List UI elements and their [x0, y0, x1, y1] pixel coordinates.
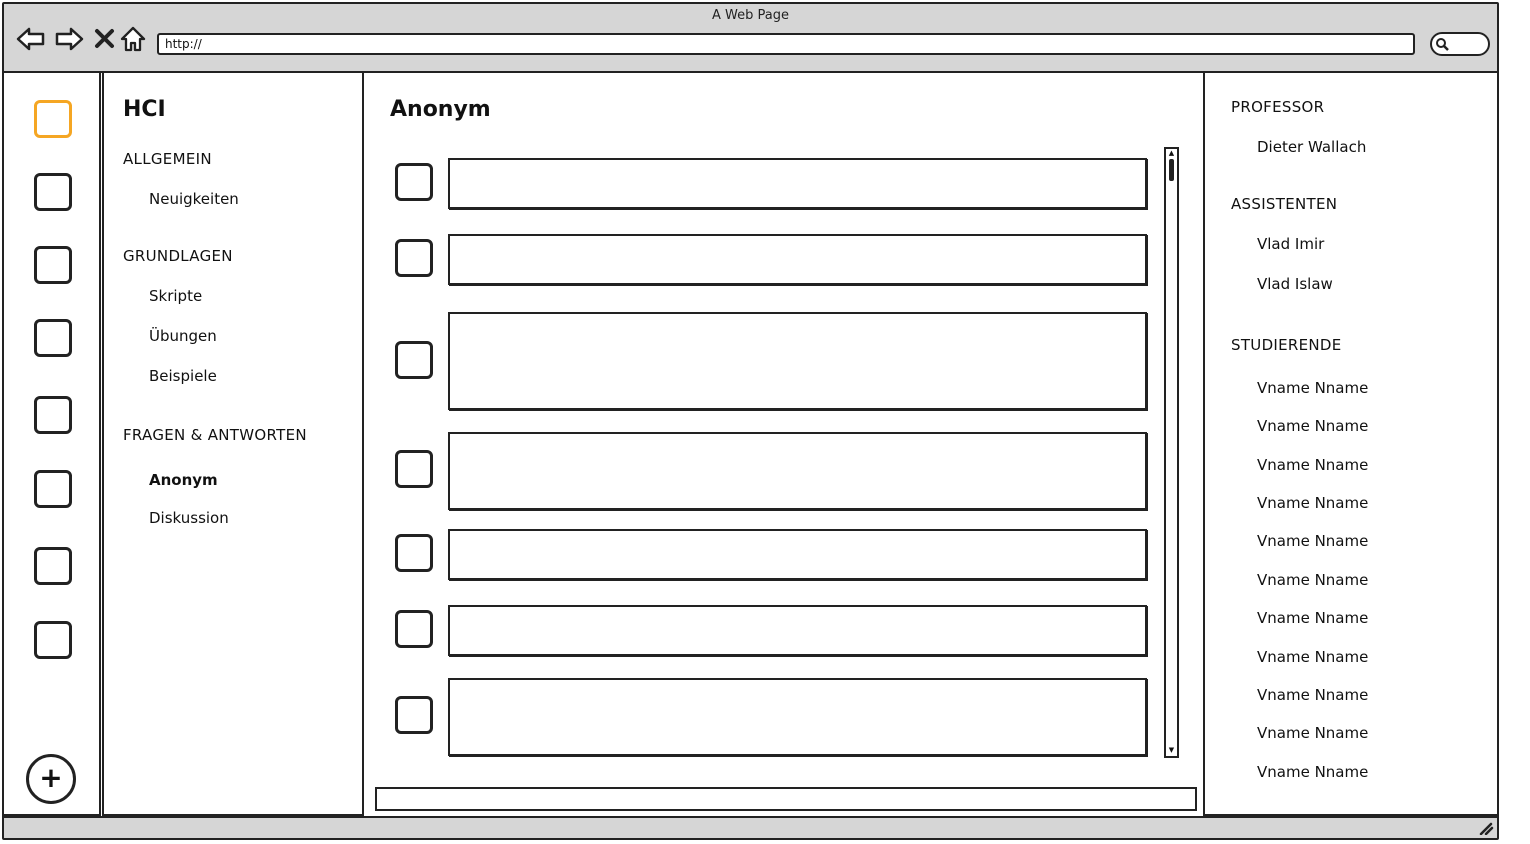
- assistant-name[interactable]: Vlad Islaw: [1257, 275, 1333, 293]
- back-arrow-icon[interactable]: [16, 24, 46, 54]
- nav-item-uebungen[interactable]: Übungen: [149, 327, 217, 345]
- post-entry[interactable]: [448, 234, 1147, 285]
- assistants-heading: ASSISTENTEN: [1231, 195, 1338, 213]
- student-name[interactable]: Vname Nname: [1257, 609, 1368, 627]
- nav-section-allgemein: ALLGEMEIN: [123, 150, 212, 168]
- student-name[interactable]: Vname Nname: [1257, 532, 1368, 550]
- post-checkbox[interactable]: [395, 341, 433, 379]
- browser-search-field[interactable]: [1430, 32, 1490, 56]
- course-nav: HCI ALLGEMEIN Neuigkeiten GRUNDLAGEN Skr…: [102, 73, 364, 816]
- app-rail: +: [4, 73, 101, 816]
- app-icon[interactable]: [34, 621, 72, 659]
- app-icon[interactable]: [34, 246, 72, 284]
- post-checkbox[interactable]: [395, 696, 433, 734]
- student-name[interactable]: Vname Nname: [1257, 686, 1368, 704]
- app-icon[interactable]: [34, 396, 72, 434]
- forward-arrow-icon[interactable]: [54, 24, 84, 54]
- scroll-down-icon[interactable]: ▼: [1166, 746, 1177, 754]
- student-name[interactable]: Vname Nname: [1257, 724, 1368, 742]
- nav-section-grundlagen: GRUNDLAGEN: [123, 247, 233, 265]
- students-heading: STUDIERENDE: [1231, 336, 1342, 354]
- url-field[interactable]: http://: [157, 33, 1415, 55]
- professor-heading: PROFESSOR: [1231, 98, 1325, 116]
- nav-item-anonym-active[interactable]: Anonym: [149, 471, 218, 489]
- student-name[interactable]: Vname Nname: [1257, 456, 1368, 474]
- app-icon[interactable]: [34, 173, 72, 211]
- status-bar: [4, 816, 1497, 838]
- post-checkbox[interactable]: [395, 610, 433, 648]
- people-panel: PROFESSOR Dieter Wallach ASSISTENTEN Vla…: [1203, 73, 1497, 816]
- browser-window: A Web Page http:// + HCI ALLGEMEIN Neuig…: [2, 2, 1499, 840]
- post-entry[interactable]: [448, 678, 1147, 756]
- student-name[interactable]: Vname Nname: [1257, 494, 1368, 512]
- new-post-input[interactable]: [375, 787, 1197, 811]
- app-icon[interactable]: [34, 547, 72, 585]
- post-checkbox[interactable]: [395, 534, 433, 572]
- add-button[interactable]: +: [26, 754, 76, 804]
- professor-name[interactable]: Dieter Wallach: [1257, 138, 1366, 156]
- nav-section-fragen-antworten: FRAGEN & ANTWORTEN: [123, 426, 307, 444]
- student-name[interactable]: Vname Nname: [1257, 571, 1368, 589]
- nav-item-beispiele[interactable]: Beispiele: [149, 367, 217, 385]
- post-checkbox[interactable]: [395, 450, 433, 488]
- student-name[interactable]: Vname Nname: [1257, 379, 1368, 397]
- vertical-scrollbar[interactable]: ▲ ▼: [1164, 147, 1179, 758]
- student-name[interactable]: Vname Nname: [1257, 648, 1368, 666]
- app-icon[interactable]: [34, 319, 72, 357]
- post-checkbox[interactable]: [395, 239, 433, 277]
- nav-item-neuigkeiten[interactable]: Neuigkeiten: [149, 190, 239, 208]
- scroll-up-icon[interactable]: ▲: [1166, 149, 1177, 157]
- page-title: Anonym: [390, 97, 491, 122]
- post-entry[interactable]: [448, 432, 1147, 510]
- assistant-name[interactable]: Vlad Imir: [1257, 235, 1324, 253]
- app-icon[interactable]: [34, 470, 72, 508]
- plus-icon: +: [39, 761, 63, 794]
- course-title: HCI: [123, 97, 166, 122]
- post-checkbox[interactable]: [395, 163, 433, 201]
- student-name[interactable]: Vname Nname: [1257, 763, 1368, 781]
- close-icon[interactable]: [90, 24, 120, 54]
- app-icon-active[interactable]: [34, 100, 72, 138]
- resize-grip-icon[interactable]: [1478, 821, 1494, 835]
- post-entry[interactable]: [448, 605, 1147, 656]
- post-entry[interactable]: [448, 158, 1147, 209]
- scroll-thumb[interactable]: [1169, 159, 1174, 181]
- post-entry[interactable]: [448, 529, 1147, 580]
- nav-item-diskussion[interactable]: Diskussion: [149, 509, 229, 527]
- search-icon: [1436, 38, 1449, 51]
- student-name[interactable]: Vname Nname: [1257, 417, 1368, 435]
- nav-item-skripte[interactable]: Skripte: [149, 287, 202, 305]
- post-entry[interactable]: [448, 312, 1147, 410]
- home-icon[interactable]: [119, 24, 149, 54]
- window-title: A Web Page: [712, 8, 789, 23]
- browser-titlebar: A Web Page http://: [4, 4, 1497, 73]
